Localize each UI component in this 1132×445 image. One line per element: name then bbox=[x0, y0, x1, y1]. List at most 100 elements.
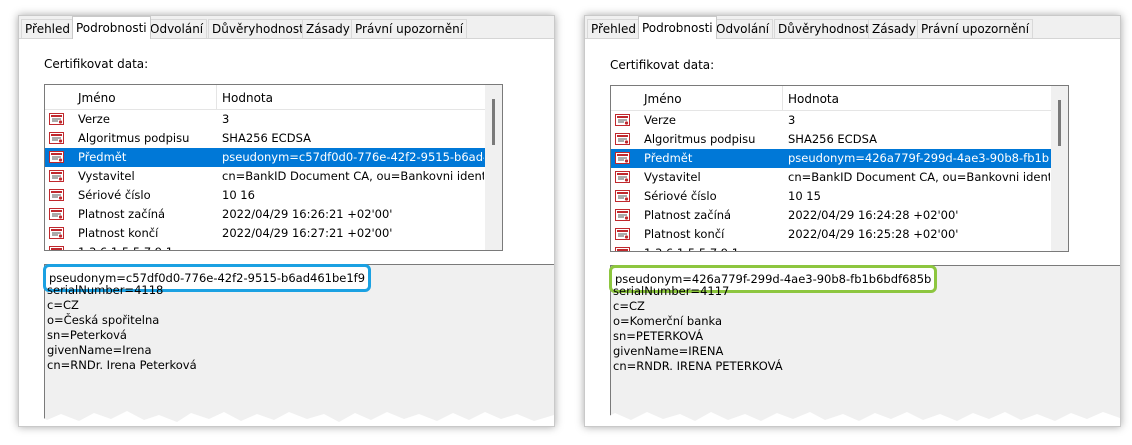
tab-revocation[interactable]: Odvolání bbox=[146, 19, 208, 38]
tab-overview[interactable]: Přehled bbox=[21, 19, 75, 38]
tab-policies[interactable]: Zásady bbox=[868, 19, 920, 38]
field-value-box[interactable]: pseudonym=426a779f-299d-4ae3-90b8-fb1b6b… bbox=[609, 265, 1120, 426]
tab-trust[interactable]: Důvěryhodnost bbox=[774, 19, 874, 38]
certificate-field-list[interactable]: Jméno Hodnota Verze 3 Algoritmus podpisu SH… bbox=[44, 84, 503, 251]
tab-details[interactable]: Podrobnosti bbox=[72, 16, 151, 39]
detail-line: givenName=Irena bbox=[47, 343, 152, 357]
field-value: 10 16 bbox=[222, 188, 255, 202]
field-name: Algoritmus podpisu bbox=[644, 132, 756, 146]
field-value: SHA256 ECDSA bbox=[788, 132, 877, 146]
left-certificate-dialog: Přehled Podrobnosti Odvolání Důvěryhodno… bbox=[18, 15, 555, 427]
field-name: Platnost začíná bbox=[78, 207, 166, 221]
field-value: 2022/04/29 16:24:28 +02'00' bbox=[788, 208, 959, 222]
certificate-field-icon bbox=[615, 171, 630, 183]
column-separator bbox=[216, 85, 217, 109]
torn-edge bbox=[585, 412, 1120, 426]
tab-overview[interactable]: Přehled bbox=[587, 19, 641, 38]
certificate-field-icon bbox=[49, 227, 64, 239]
right-certificate-dialog: Přehled Podrobnosti Odvolání Důvěryhodno… bbox=[584, 15, 1121, 427]
field-name: Předmět bbox=[78, 150, 127, 164]
column-separator bbox=[782, 86, 783, 110]
field-value: cn=BankID Document CA, ou=Bankovni ident… bbox=[222, 169, 484, 183]
certificate-field-list[interactable]: Jméno Hodnota Verze 3 Algoritmus podpisu SH… bbox=[610, 85, 1069, 252]
field-row[interactable]: Algoritmus podpisu SHA256 ECDSA bbox=[611, 130, 1051, 149]
field-name: Verze bbox=[78, 112, 110, 126]
field-row[interactable]: Verze 3 bbox=[45, 110, 485, 129]
certificate-data-label: Certifikovat data: bbox=[44, 57, 149, 71]
field-row[interactable]: Předmět pseudonym=c57df0d0-776e-42f2-9515… bbox=[45, 148, 485, 167]
field-value-box[interactable]: pseudonym=c57df0d0-776e-42f2-9515-b6ad46… bbox=[43, 264, 554, 426]
field-value: 10 15 bbox=[788, 189, 821, 203]
detail-line: o=Komerční banka bbox=[613, 314, 723, 328]
field-value: 2022/04/29 16:25:28 +02'00' bbox=[788, 227, 959, 241]
field-row[interactable]: Platnost končí 2022/04/29 16:27:21 +02'00… bbox=[45, 224, 485, 243]
detail-line: sn=Peterková bbox=[47, 328, 127, 342]
field-name: Sériové číslo bbox=[644, 189, 717, 203]
field-value: ... bbox=[788, 246, 1050, 251]
tab-details[interactable]: Podrobnosti bbox=[638, 16, 717, 39]
tab-policies[interactable]: Zásady bbox=[302, 19, 354, 38]
tab-revocation[interactable]: Odvolání bbox=[712, 19, 774, 38]
certificate-field-icon bbox=[615, 209, 630, 221]
field-name: Platnost začíná bbox=[644, 208, 732, 222]
certificate-field-icon bbox=[615, 114, 630, 126]
field-value: cn=BankID Document CA, ou=Bankovni ident… bbox=[788, 170, 1050, 184]
detail-line: sn=PETERKOVÁ bbox=[613, 329, 704, 343]
column-name-header[interactable]: Jméno bbox=[644, 92, 682, 106]
field-value: 2022/04/29 16:27:21 +02'00' bbox=[222, 226, 393, 240]
column-value-header[interactable]: Hodnota bbox=[788, 92, 839, 106]
certificate-field-icon bbox=[615, 133, 630, 145]
certificate-field-icon bbox=[615, 247, 630, 251]
field-name: Předmět bbox=[644, 151, 693, 165]
field-name: Algoritmus podpisu bbox=[78, 131, 190, 145]
tab-bar: Přehled Podrobnosti Odvolání Důvěryhodno… bbox=[19, 16, 554, 39]
field-row[interactable]: Vystavitel cn=BankID Document CA, ou=Bank… bbox=[45, 167, 485, 186]
field-row[interactable]: Sériové číslo 10 16 bbox=[45, 186, 485, 205]
certificate-field-icon bbox=[49, 208, 64, 220]
field-name: Vystavitel bbox=[78, 169, 135, 183]
field-value: 3 bbox=[788, 113, 796, 127]
certificate-field-icon bbox=[49, 189, 64, 201]
field-row[interactable]: Sériové číslo 10 15 bbox=[611, 187, 1051, 206]
certificate-field-icon bbox=[49, 170, 64, 182]
field-name: 1.3.6.1.5.5.7.9.1 bbox=[78, 245, 173, 250]
field-row[interactable]: 1.3.6.1.5.5.7.9.1... bbox=[45, 243, 485, 250]
detail-line: c=CZ bbox=[613, 299, 645, 313]
field-row[interactable]: Platnost začíná 2022/04/29 16:24:28 +02'0… bbox=[611, 206, 1051, 225]
column-name-header[interactable]: Jméno bbox=[78, 91, 116, 105]
field-row[interactable]: Algoritmus podpisu SHA256 ECDSA bbox=[45, 129, 485, 148]
field-row[interactable]: Platnost končí 2022/04/29 16:25:28 +02'00… bbox=[611, 225, 1051, 244]
column-value-header[interactable]: Hodnota bbox=[222, 91, 273, 105]
scrollbar-thumb[interactable] bbox=[1058, 100, 1061, 146]
field-name: 1.3.6.1.5.5.7.9.1 bbox=[644, 246, 739, 251]
certificate-data-label: Certifikovat data: bbox=[610, 58, 715, 72]
vertical-scrollbar[interactable] bbox=[1051, 86, 1068, 251]
list-header: Jméno Hodnota bbox=[611, 86, 1051, 111]
field-row[interactable]: Platnost začíná 2022/04/29 16:26:21 +02'0… bbox=[45, 205, 485, 224]
tab-legal-notice[interactable]: Právní upozornění bbox=[351, 19, 468, 38]
field-value: pseudonym=426a779f-299d-4ae3-90b8-fb1b6b… bbox=[788, 151, 1050, 165]
certificate-field-icon bbox=[49, 113, 64, 125]
field-row[interactable]: 1.3.6.1.5.5.7.9.1... bbox=[611, 244, 1051, 251]
certificate-field-icon bbox=[49, 246, 64, 250]
vertical-scrollbar[interactable] bbox=[485, 85, 502, 250]
field-value: pseudonym=c57df0d0-776e-42f2-9515-b6ad46… bbox=[222, 150, 484, 164]
certificate-field-icon bbox=[49, 151, 64, 163]
tab-legal-notice[interactable]: Právní upozornění bbox=[917, 19, 1034, 38]
scrollbar-thumb[interactable] bbox=[492, 99, 495, 145]
field-name: Platnost končí bbox=[644, 227, 725, 241]
field-row[interactable]: Předmět pseudonym=426a779f-299d-4ae3-90b8… bbox=[611, 149, 1051, 168]
detail-line: o=Česká spořitelna bbox=[47, 313, 160, 327]
field-value: 2022/04/29 16:26:21 +02'00' bbox=[222, 207, 393, 221]
tab-bar: Přehled Podrobnosti Odvolání Důvěryhodno… bbox=[585, 16, 1120, 39]
certificate-field-icon bbox=[615, 190, 630, 202]
field-name: Verze bbox=[644, 113, 676, 127]
field-row[interactable]: Verze 3 bbox=[611, 111, 1051, 130]
field-name: Sériové číslo bbox=[78, 188, 151, 202]
detail-line: c=CZ bbox=[47, 298, 79, 312]
tab-trust[interactable]: Důvěryhodnost bbox=[208, 19, 308, 38]
certificate-field-icon bbox=[615, 228, 630, 240]
field-row[interactable]: Vystavitel cn=BankID Document CA, ou=Bank… bbox=[611, 168, 1051, 187]
list-header: Jméno Hodnota bbox=[45, 85, 485, 110]
field-name: Vystavitel bbox=[644, 170, 701, 184]
